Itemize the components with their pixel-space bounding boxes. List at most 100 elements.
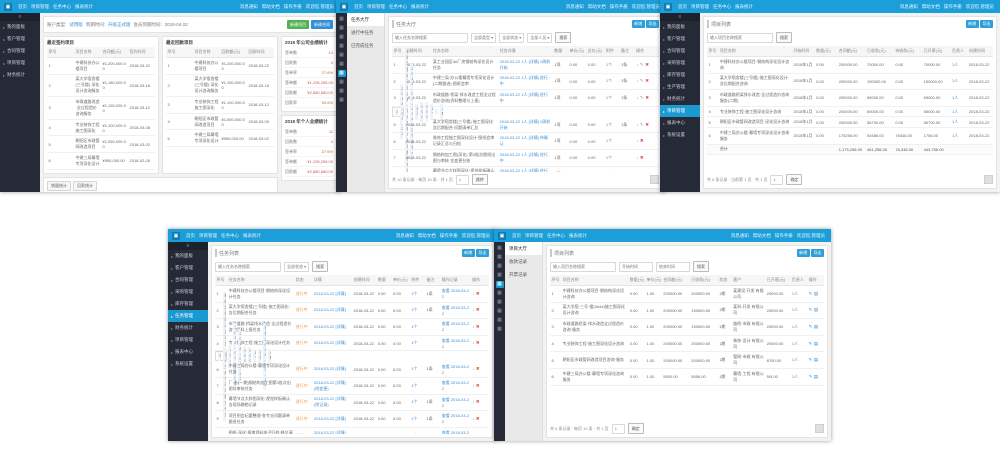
edit-icon[interactable]: ✎ xyxy=(809,307,813,312)
sidebar-item[interactable]: ▸项目管理 xyxy=(168,334,208,346)
sidebar-collapse-icon[interactable]: ≡ xyxy=(0,13,40,21)
sidebar-item[interactable]: ▸库存管理 xyxy=(168,298,208,310)
table-row[interactable]: 6中建三局办公楼·幕墙专项深化设计任务进行中2018-03-22 [详情]201… xyxy=(215,361,489,377)
download-icon[interactable]: ↓ xyxy=(472,399,474,404)
add-button[interactable]: 新增 xyxy=(966,20,979,28)
table-row[interactable]: 4朝阳区市政管网改造项目¥1,050,000.002018-03-05 xyxy=(166,113,274,130)
sidebar-item[interactable]: ▸项目管理 xyxy=(0,57,40,69)
rail-module-icon[interactable]: ▦ xyxy=(338,88,346,95)
sub-sidebar-item[interactable]: 收款记录 xyxy=(505,255,542,268)
nav-menu-item[interactable]: 任务中心 xyxy=(545,233,567,239)
nav-user-item[interactable]: 操作手册 xyxy=(773,233,795,239)
table-row[interactable]: 6中建三局幕墙专项深化设计¥950,000.002018-02-26 xyxy=(47,152,155,169)
sidebar-item[interactable]: ▸报表中心 xyxy=(168,346,208,358)
rail-module-icon[interactable]: ▦ xyxy=(496,308,504,315)
delete-icon[interactable]: ✖ xyxy=(645,78,649,83)
scroll-top-button[interactable] xyxy=(650,175,659,184)
sidebar-item[interactable]: ▸财务统计 xyxy=(0,69,40,81)
table-row[interactable]: 2某大学宿舍楼(三号楼)·施工图深化·含后期配合任务进行中2018-03-22 … xyxy=(215,302,489,319)
account-link[interactable]: 到期时间: xyxy=(86,22,105,28)
nav-menu-item[interactable]: 项目管理 xyxy=(523,233,545,239)
rail-module-icon[interactable]: ▦ xyxy=(338,25,346,32)
table-row[interactable]: 8幕墙节点大样图深化·视觉样板确认·含现场踏勘记录进行中2018-03-22 [… xyxy=(215,394,489,411)
rail-module-icon[interactable]: ▦ xyxy=(496,299,504,306)
table-row[interactable]: 1中建科技办公楼项目·钢结构深化设计咨询2018年1月0.00200000.00… xyxy=(707,57,993,74)
rail-module-icon[interactable]: ▦ xyxy=(496,281,504,288)
sidebar-item[interactable]: ▸财务统计 xyxy=(168,322,208,334)
type-select[interactable]: 全部类型 ▾ xyxy=(471,33,496,43)
detail-icon[interactable]: ▤ xyxy=(814,307,818,312)
nav-user-item[interactable]: 帮助文档 xyxy=(920,4,942,10)
edit-icon[interactable]: ✎ xyxy=(640,78,644,83)
table-row[interactable]: 4专业装饰工程·施工图深化设计咨询2018年1月0.00200000.00650… xyxy=(707,106,993,117)
detail-icon[interactable]: ▤ xyxy=(814,291,818,296)
sidebar-item[interactable]: ▸采购管理 xyxy=(660,57,700,69)
search-button[interactable]: 搜索 xyxy=(776,32,792,43)
table-row[interactable]: 12018-03-22某工业园区4#厂房钢结构深化设计任务2018-03-22 … xyxy=(392,57,659,74)
rail-module-icon[interactable]: ▦ xyxy=(496,326,504,333)
download-icon[interactable]: ↓ xyxy=(472,416,474,421)
nav-user-item[interactable]: 消息通知 xyxy=(729,233,751,239)
nav-user-item[interactable]: 消息通知 xyxy=(238,4,260,10)
sidebar-item[interactable]: ▸客户管理 xyxy=(660,33,700,45)
sidebar-item[interactable]: ▸任务管理 xyxy=(168,310,208,322)
stats-tab[interactable]: 销量统计 xyxy=(47,181,71,191)
nav-user-item[interactable]: 欢迎您,管理员 xyxy=(304,4,336,10)
scroll-top-button[interactable] xyxy=(815,424,824,433)
sidebar-collapse-icon[interactable]: ≡ xyxy=(660,13,700,21)
pager-goto-input[interactable] xyxy=(770,175,783,185)
nav-user-item[interactable]: 帮助文档 xyxy=(260,4,282,10)
add-button[interactable]: 新增 xyxy=(462,249,475,257)
download-icon[interactable]: ↓ xyxy=(472,433,474,434)
delete-icon[interactable]: ✖ xyxy=(476,307,480,312)
sub-sidebar-item[interactable]: 项目大厅 xyxy=(505,242,542,255)
sidebar-item[interactable]: ▸合同管理 xyxy=(168,274,208,286)
table-row[interactable]: 4专业装饰工程·施工图深化设计任务进行中2018-03-22 [详情]2018-… xyxy=(215,335,489,351)
sub-sidebar-item[interactable]: 开票记录 xyxy=(505,268,542,281)
search-input[interactable] xyxy=(550,262,616,272)
nav-user-item[interactable]: 消息通知 xyxy=(394,233,416,239)
download-icon[interactable]: ↓ xyxy=(636,95,638,100)
pager-go-button[interactable]: 确定 xyxy=(786,174,802,185)
table-row[interactable]: 4专业装饰工程施工图深化¥1,100,000.002018-03-08 xyxy=(47,119,155,136)
nav-user-item[interactable]: 消息通知 xyxy=(564,4,586,10)
table-row[interactable]: 5朝阳区市政管网改造项目·深化设计咨询2018年1月0.00200000.005… xyxy=(707,117,993,128)
delete-icon[interactable]: ✖ xyxy=(640,171,644,172)
nav-menu-item[interactable]: 项目管理 xyxy=(689,4,711,10)
nav-menu-item[interactable]: 任务中心 xyxy=(219,233,241,239)
sidebar-item[interactable]: ▸系统设置 xyxy=(660,129,700,141)
account-link[interactable]: 会员到期时间: xyxy=(134,22,162,28)
download-icon[interactable]: ↓ xyxy=(472,291,474,296)
status-select[interactable]: 全部状态 ▾ xyxy=(499,33,524,43)
sub-sidebar-item[interactable]: 任务大厅 xyxy=(347,13,384,26)
download-icon[interactable]: ↓ xyxy=(636,155,638,160)
delete-icon[interactable]: ✖ xyxy=(476,399,480,404)
sub-sidebar-item[interactable]: 进行中任务 xyxy=(347,26,384,39)
table-row[interactable]: 2某大学宿舍楼(三号楼)·施工图深化设计·含后期配合咨询2018年1月0.002… xyxy=(707,73,993,90)
detail-icon[interactable]: ▤ xyxy=(814,324,818,329)
stats-tab[interactable]: 回款统计 xyxy=(73,181,97,191)
download-icon[interactable]: ↓ xyxy=(636,171,638,172)
delete-icon[interactable]: ✖ xyxy=(270,355,272,360)
add-button[interactable]: 新增 xyxy=(632,20,645,28)
nav-menu-item[interactable]: 首页 xyxy=(676,4,689,10)
new-contract-button[interactable]: 新建合同 xyxy=(311,20,333,29)
delete-icon[interactable]: ✖ xyxy=(476,340,480,345)
sidebar-collapse-icon[interactable]: ≡ xyxy=(168,242,208,250)
table-row[interactable]: 10图纸·深化·报审资料电子归档·移交清单任务进行中2018-03-22 [详情… xyxy=(215,427,489,434)
nav-user-item[interactable]: 帮助文档 xyxy=(416,233,438,239)
nav-user-item[interactable]: 操作手册 xyxy=(438,233,460,239)
rail-module-icon[interactable]: ▦ xyxy=(338,16,346,23)
account-link[interactable]: 升级正式版 xyxy=(108,22,131,28)
search-button[interactable]: 搜索 xyxy=(555,32,571,43)
scroll-top-button[interactable] xyxy=(984,175,993,184)
table-row[interactable]: 3市政道路·桥梁排水改造·全过程造价咨询资料上报任务进行中2018-03-22 … xyxy=(215,319,489,336)
pager-goto-input[interactable] xyxy=(612,424,625,434)
account-link[interactable]: 试用版 xyxy=(69,22,83,28)
nav-menu-item[interactable]: 首页 xyxy=(352,4,365,10)
sidebar-item[interactable]: ▸采购管理 xyxy=(168,286,208,298)
rail-module-icon[interactable]: ▦ xyxy=(496,245,504,252)
sidebar-item[interactable]: ▸财务统计 xyxy=(660,93,700,105)
delete-icon[interactable]: ✖ xyxy=(640,138,644,143)
table-row[interactable]: 7厂·办(一期)钢结构加工图第3批次出图与审核任务进行中2018-03-22 [… xyxy=(215,377,489,394)
